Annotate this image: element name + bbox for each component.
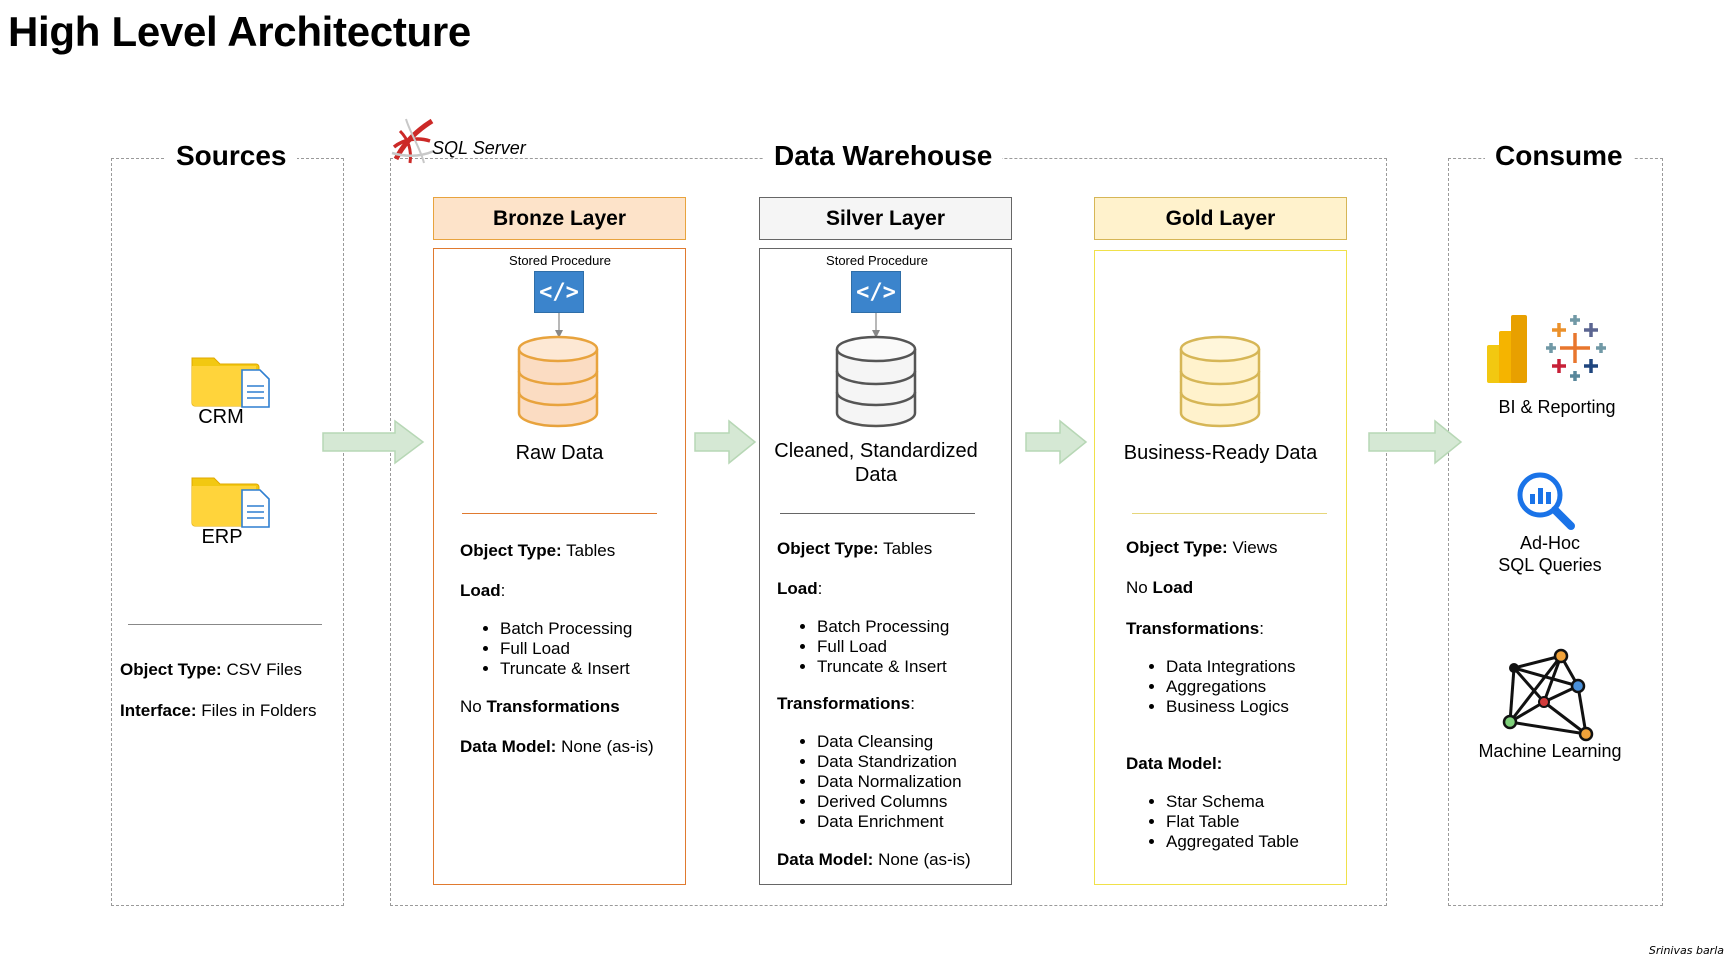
folder-file-icon [191,357,270,408]
list-item: Derived Columns [817,792,1007,812]
sources-info: Object Type: CSV Files Interface: Files … [120,660,340,721]
list-item: Full Load [817,637,1007,657]
list-item: Batch Processing [817,617,1007,637]
sources-title: Sources [166,140,297,172]
folder-file-icon [191,477,270,528]
flow-arrow-icon [1368,419,1463,465]
silver-caption: Cleaned, Standardized Data [774,440,978,486]
object-type-label: Object Type: [1126,538,1228,557]
list-item: Data Standrization [817,752,1007,772]
data-model-label: Data Model: [777,850,874,869]
source-crm-label: CRM [198,406,244,428]
code-icon: </> [851,271,901,313]
list-item: Business Logics [1166,697,1341,717]
source-erp-label: ERP [201,526,243,548]
list-item: Data Enrichment [817,812,1007,832]
bi-reporting-label: BI & Reporting [1498,397,1616,417]
data-model-value: None (as-is) [878,850,971,869]
object-type-value: CSV Files [226,660,303,679]
load-label: Load [1152,578,1194,597]
transform-label: Transformations [1126,619,1260,638]
database-icon [1179,335,1261,428]
stored-procedure-label: Stored Procedure [826,253,928,268]
gold-info: Object Type: Views No Load Transformatio… [1126,538,1341,852]
gold-layer-header: Gold Layer [1094,197,1347,240]
machine-learning-label: Machine Learning [1478,741,1622,761]
list-item: Truncate & Insert [500,659,680,679]
signature: Srinivas barla [1648,944,1724,957]
interface-value: Files in Folders [201,701,317,720]
list-item: Aggregations [1166,677,1341,697]
flow-arrow-icon [322,419,425,465]
adhoc-sql-label: Ad-Hoc SQL Queries [1450,532,1650,576]
object-type-label: Object Type: [777,539,879,558]
object-type-label: Object Type: [460,541,562,560]
silver-info: Object Type: Tables Load: Batch Processi… [777,539,1007,870]
warehouse-title: Data Warehouse [764,140,1003,172]
adhoc-label-line1: Ad-Hoc [1519,533,1581,553]
bronze-layer-header: Bronze Layer [433,197,686,240]
bronze-divider [462,513,657,514]
list-item: Data Normalization [817,772,1007,792]
bronze-info: Object Type: Tables Load: Batch Processi… [460,541,680,757]
flow-arrow-icon [694,419,757,465]
sql-server-logo-icon [391,118,435,164]
silver-layer-header: Silver Layer [759,197,1012,240]
transform-label: Transformations [486,697,620,716]
database-icon [517,335,599,428]
consume-title: Consume [1485,140,1633,172]
list-item: Data Integrations [1166,657,1341,677]
list-item: Aggregated Table [1166,832,1341,852]
transform-label: Transformations [777,694,911,713]
sql-server-label: SQL Server [432,138,526,158]
object-type-label: Object Type: [120,660,222,679]
page-title: High Level Architecture [8,8,471,55]
flow-arrow-icon [1025,419,1088,465]
list-item: Star Schema [1166,792,1341,812]
list-item: Truncate & Insert [817,657,1007,677]
data-model-label: Data Model: [1126,754,1223,773]
database-icon [835,335,917,428]
list-item: Data Cleansing [817,732,1007,752]
adhoc-label-line2: SQL Queries [1498,555,1602,575]
bronze-caption: Raw Data [515,442,604,464]
network-graph-icon [1502,648,1594,742]
data-model-label: Data Model: [460,737,557,756]
load-prefix: No [1126,578,1148,597]
query-magnifier-icon [1517,472,1575,530]
gold-divider [1132,513,1327,514]
silver-divider [780,513,975,514]
code-icon: </> [534,271,584,313]
list-item: Batch Processing [500,619,680,639]
object-type-value: Tables [566,541,616,560]
load-label: Load [777,579,818,598]
stored-procedure-label: Stored Procedure [509,253,611,268]
interface-label: Interface: [120,701,197,720]
sources-divider [128,624,322,625]
list-item: Full Load [500,639,680,659]
data-model-value: None (as-is) [561,737,654,756]
transform-prefix: No [460,697,482,716]
list-item: Flat Table [1166,812,1341,832]
gold-caption: Business-Ready Data [1123,442,1318,464]
object-type-value: Tables [883,539,933,558]
load-label: Load [460,581,501,600]
bi-tools-icon [1487,315,1606,383]
object-type-value: Views [1232,538,1278,557]
